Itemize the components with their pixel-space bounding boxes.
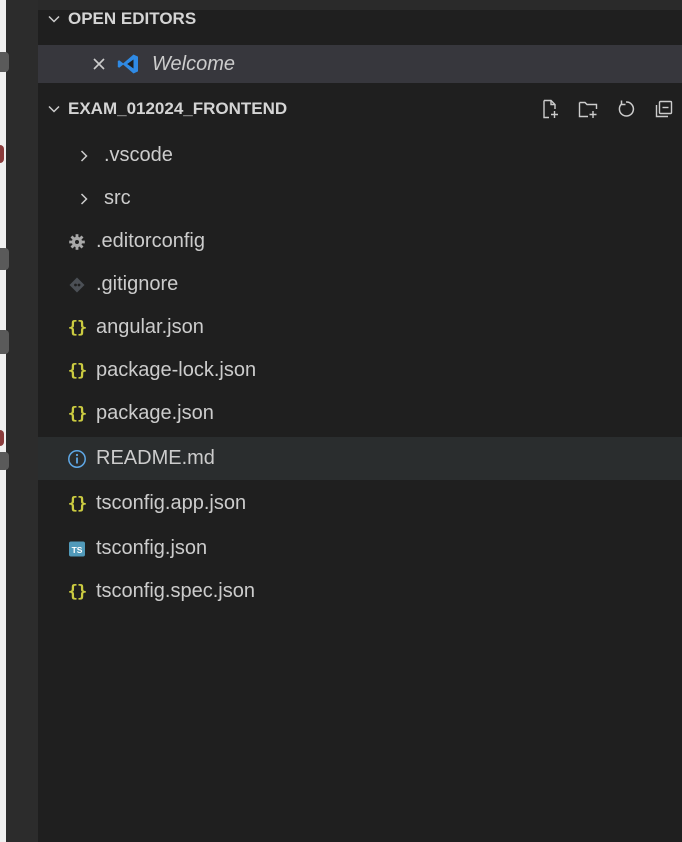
activity-icon-fragment[interactable] — [0, 145, 4, 163]
activity-icon-fragment[interactable] — [0, 330, 9, 354]
explorer-sidebar: OPEN EDITORS Welcome EXAM_012024_FRONTEN… — [38, 0, 682, 842]
workspace-actions — [538, 93, 676, 125]
activity-bar — [0, 0, 38, 842]
json-braces-icon: {} — [67, 581, 87, 602]
tree-item-label: .gitignore — [96, 273, 179, 295]
tree-item-label: .vscode — [104, 144, 173, 166]
git-diamond-icon — [66, 276, 88, 294]
typescript-icon: TS — [66, 540, 88, 558]
activity-icon-fragment[interactable] — [0, 248, 9, 270]
chevron-right-icon — [76, 148, 98, 164]
tree-file-gitignore[interactable]: .gitignore — [38, 263, 682, 306]
tree-item-label: README.md — [96, 447, 215, 469]
activity-icon-fragment[interactable] — [0, 452, 9, 470]
json-braces-icon: {} — [67, 403, 87, 424]
tree-file-angular-json[interactable]: {} angular.json — [38, 306, 682, 349]
tree-file-package-lock-json[interactable]: {} package-lock.json — [38, 349, 682, 392]
close-icon[interactable] — [90, 55, 112, 73]
open-editor-item[interactable]: Welcome — [38, 45, 682, 83]
tree-item-label: package-lock.json — [96, 359, 257, 381]
workspace-header[interactable]: EXAM_012024_FRONTEND — [38, 93, 682, 125]
collapse-all-icon[interactable] — [652, 97, 676, 121]
tree-item-label: package.json — [96, 402, 214, 424]
window-edge — [0, 0, 6, 842]
tree-folder-vscode[interactable]: .vscode — [38, 134, 682, 177]
tree-file-tsconfig-app-json[interactable]: {} tsconfig.app.json — [38, 482, 682, 525]
tree-file-package-json[interactable]: {} package.json — [38, 392, 682, 435]
tree-file-editorconfig[interactable]: .editorconfig — [38, 220, 682, 263]
new-file-icon[interactable] — [538, 97, 562, 121]
workspace-title: EXAM_012024_FRONTEND — [68, 99, 288, 118]
activity-icon-fragment[interactable] — [0, 52, 9, 72]
tree-item-label: angular.json — [96, 316, 204, 338]
activity-icon-fragment[interactable] — [0, 430, 4, 446]
chevron-down-icon — [46, 101, 68, 117]
open-editor-label: Welcome — [152, 52, 235, 75]
new-folder-icon[interactable] — [576, 97, 600, 121]
tree-file-tsconfig-spec-json[interactable]: {} tsconfig.spec.json — [38, 570, 682, 613]
json-braces-icon: {} — [67, 360, 87, 381]
tree-file-readme-md[interactable]: README.md — [38, 437, 682, 480]
json-braces-icon: {} — [67, 317, 87, 338]
tree-folder-src[interactable]: src — [38, 177, 682, 220]
tree-item-label: tsconfig.app.json — [96, 492, 247, 514]
tree-item-label: src — [104, 187, 131, 209]
vscode-logo-icon — [116, 52, 142, 76]
json-braces-icon: {} — [67, 493, 87, 514]
svg-text:TS: TS — [72, 545, 83, 555]
tree-item-label: tsconfig.json — [96, 537, 208, 559]
tree-item-label: tsconfig.spec.json — [96, 580, 255, 602]
refresh-icon[interactable] — [614, 97, 638, 121]
chevron-down-icon — [46, 11, 68, 27]
tree-file-tsconfig-json[interactable]: TS tsconfig.json — [38, 527, 682, 570]
chevron-right-icon — [76, 191, 98, 207]
open-editors-title: OPEN EDITORS — [68, 9, 197, 28]
open-editors-header[interactable]: OPEN EDITORS — [38, 4, 682, 34]
gear-icon — [66, 233, 88, 251]
info-icon — [66, 449, 88, 469]
tree-item-label: .editorconfig — [96, 230, 205, 252]
